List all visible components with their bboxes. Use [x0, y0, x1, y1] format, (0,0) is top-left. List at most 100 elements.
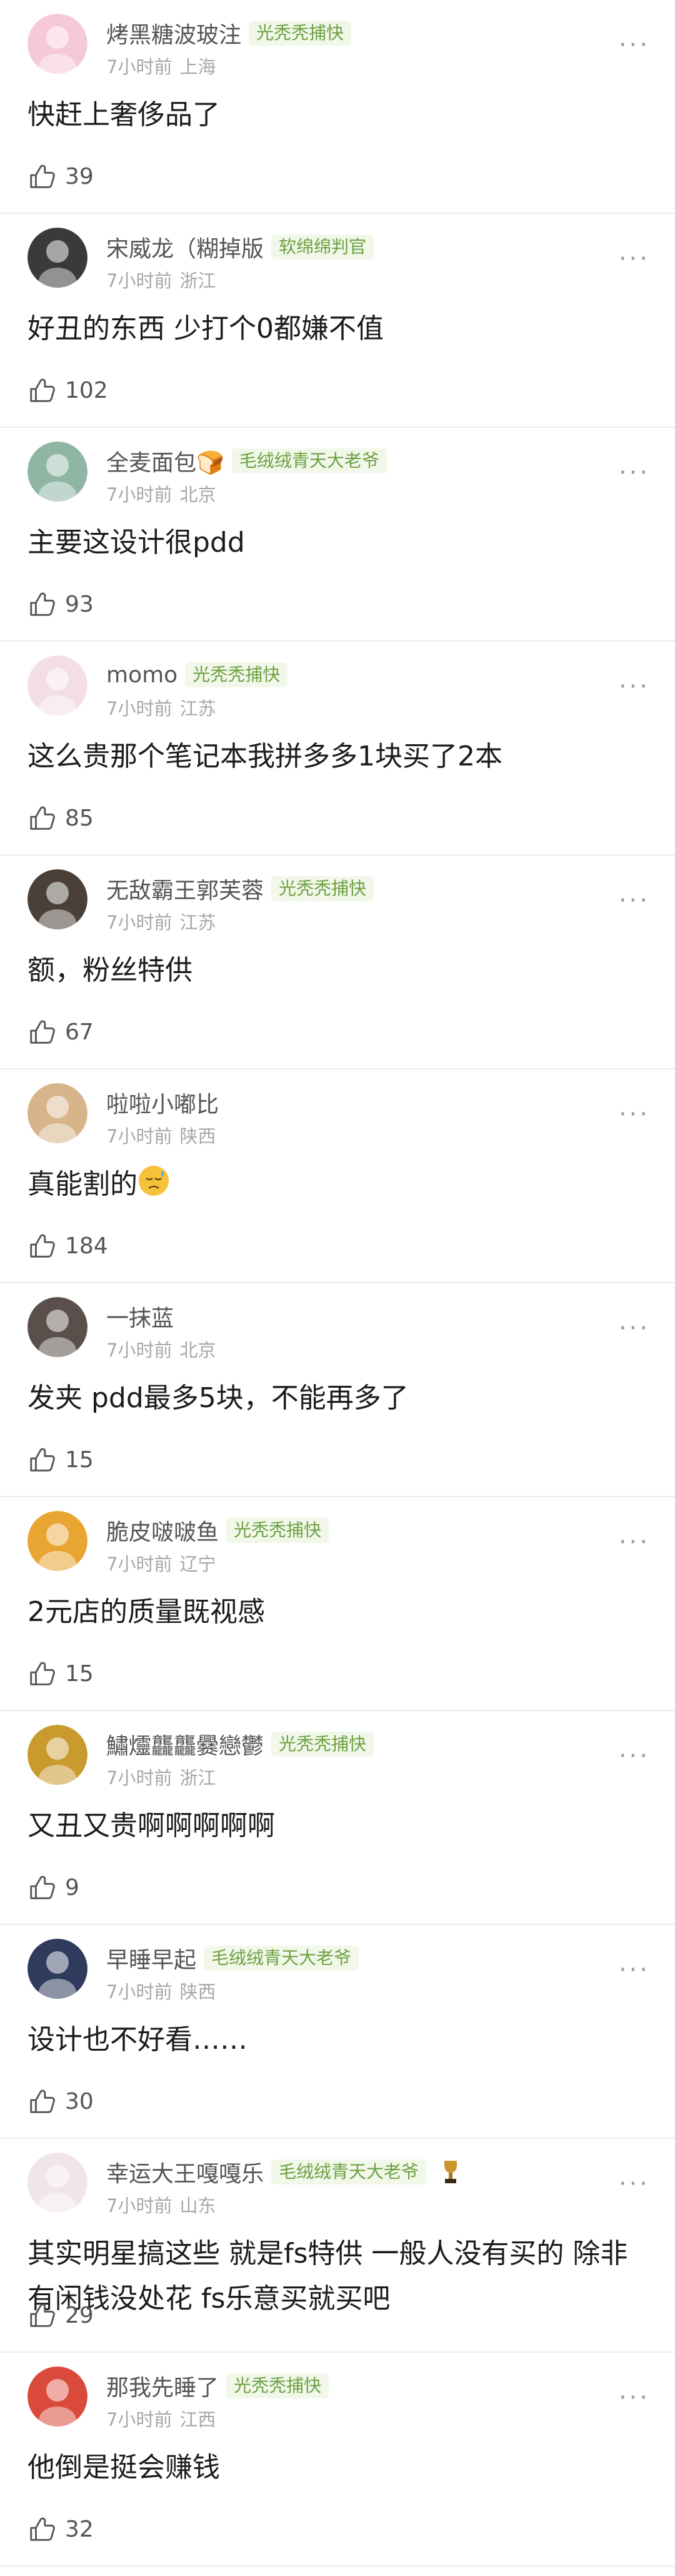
user-name[interactable]: 啦啦小嘟比: [106, 1086, 219, 1119]
avatar[interactable]: [28, 1297, 88, 1357]
comment-location: 上海: [179, 56, 216, 78]
comment-text: 2元店的质量既视感: [28, 1590, 652, 1635]
user-name[interactable]: 幸运大王嘎嘎乐: [106, 2156, 264, 2188]
avatar[interactable]: [28, 1511, 88, 1571]
avatar[interactable]: [28, 1725, 88, 1785]
comment-text: 主要这设计很pdd: [28, 520, 652, 565]
comment-time: 7小时前: [106, 2409, 172, 2430]
avatar[interactable]: [28, 228, 88, 288]
more-options-icon[interactable]: ···: [619, 33, 650, 58]
like-button[interactable]: 9: [28, 1872, 79, 1902]
more-options-icon[interactable]: ···: [619, 1102, 650, 1127]
comment-location: 北京: [179, 1340, 216, 1361]
comment-time: 7小时前: [106, 484, 172, 505]
comment-time: 7小时前: [106, 1126, 172, 1147]
avatar-image: [28, 2153, 88, 2213]
downcast-face-icon: [139, 1166, 169, 1196]
comment-item: 无敌霸王郭芙蓉 光秃秃捕快 7小时前 江苏 ··· 额，粉丝特供 67: [0, 856, 675, 1069]
thumbs-up-icon: [30, 1448, 55, 1472]
user-name[interactable]: 早睡早起: [106, 1942, 196, 1974]
like-button[interactable]: 85: [28, 803, 94, 833]
comment-item: 幸运大王嘎嘎乐 毛绒绒青天大老爷 7小时前 山东 ··· 其实明星搞这些 就是fs…: [0, 2139, 675, 2353]
thumbs-up-icon: [30, 1234, 55, 1258]
user-name[interactable]: 脆皮啵啵鱼: [106, 1514, 219, 1547]
user-name[interactable]: 全麦面包🍞: [106, 445, 224, 477]
thumbs-up-icon: [30, 2303, 55, 2327]
more-options-icon[interactable]: ···: [619, 1744, 650, 1769]
avatar[interactable]: [28, 2153, 88, 2213]
comment-location: 北京: [179, 484, 216, 505]
comment-text-content: 发夹 pdd最多5块，不能再多了: [28, 1382, 409, 1414]
comment-text-content: 好丑的东西 少打个0都嫌不值: [28, 313, 384, 345]
user-name[interactable]: momo: [106, 662, 178, 688]
name-row: 鱐爧龘龘爨戀鬱 光秃秃捕快: [106, 1729, 374, 1760]
comment-item: 早睡早起 毛绒绒青天大老爷 7小时前 陕西 ··· 设计也不好看…… 30: [0, 1925, 675, 2139]
like-button[interactable]: 30: [28, 2086, 94, 2116]
user-name[interactable]: 宋威龙（糊掉版: [106, 231, 264, 263]
user-badge: 光秃秃捕快: [271, 876, 374, 901]
more-options-icon[interactable]: ···: [619, 2171, 650, 2196]
like-button[interactable]: 184: [28, 1231, 108, 1261]
like-button[interactable]: 29: [28, 2300, 94, 2330]
comment-item: momo 光秃秃捕快 7小时前 江苏 ··· 这么贵那个笔记本我拼多多1块买了2本…: [0, 642, 675, 856]
more-options-icon[interactable]: ···: [619, 1957, 650, 1983]
comment-time: 7小时前: [106, 912, 172, 933]
user-badge: 光秃秃捕快: [185, 662, 288, 687]
more-options-icon[interactable]: ···: [619, 2385, 650, 2410]
comment-meta: 7小时前 浙江: [106, 1764, 216, 1790]
like-button[interactable]: 32: [28, 2514, 94, 2544]
avatar-image: [28, 2366, 88, 2427]
comment-text-content: 其实明星搞这些 就是fs特供 一般人没有买的 除非有闲钱没处花 fs乐意买就买吧: [28, 2238, 628, 2315]
thumbs-up-icon: [30, 1662, 55, 1685]
thumbs-up-icon: [30, 164, 55, 188]
more-options-icon[interactable]: ···: [619, 674, 650, 699]
name-row: 早睡早起 毛绒绒青天大老爷: [106, 1942, 359, 1974]
user-name[interactable]: 无敌霸王郭芙蓉: [106, 872, 264, 905]
like-button[interactable]: 15: [28, 1659, 94, 1689]
avatar[interactable]: [28, 1939, 88, 1999]
avatar[interactable]: [28, 655, 88, 715]
like-button[interactable]: 102: [28, 375, 108, 405]
more-options-icon[interactable]: ···: [619, 460, 650, 485]
comment-time: 7小时前: [106, 56, 172, 78]
user-name[interactable]: 烤黑糖波玻注: [106, 17, 241, 49]
thumbs-up-icon: [30, 378, 55, 402]
thumbs-up-icon: [30, 1020, 55, 1044]
avatar[interactable]: [28, 14, 88, 74]
thumbs-up-icon: [30, 2089, 55, 2113]
more-options-icon[interactable]: ···: [619, 1530, 650, 1555]
avatar[interactable]: [28, 1083, 88, 1143]
comment-time: 7小时前: [106, 1553, 172, 1575]
comment-item: 鱐爧龘龘爨戀鬱 光秃秃捕快 7小时前 浙江 ··· 又丑又贵啊啊啊啊啊 9: [0, 1711, 675, 1925]
avatar-image: [28, 1725, 88, 1785]
like-count: 102: [65, 377, 108, 403]
name-row: 烤黑糖波玻注 光秃秃捕快: [106, 17, 352, 49]
user-name[interactable]: 一抹蓝: [106, 1300, 174, 1333]
avatar[interactable]: [28, 2366, 88, 2427]
avatar[interactable]: [28, 442, 88, 502]
user-name[interactable]: 那我先睡了: [106, 2370, 219, 2402]
thumbs-up-icon: [30, 806, 55, 830]
like-button[interactable]: 39: [28, 161, 94, 191]
comment-text: 快赶上奢侈品了: [28, 93, 652, 138]
like-count: 93: [65, 591, 94, 617]
like-button[interactable]: 15: [28, 1445, 94, 1475]
like-button[interactable]: 93: [28, 589, 94, 619]
comment-location: 山东: [179, 2195, 216, 2216]
like-count: 30: [65, 2088, 94, 2114]
more-options-icon[interactable]: ···: [619, 246, 650, 271]
like-button[interactable]: 67: [28, 1017, 94, 1047]
comment-time: 7小时前: [106, 270, 172, 291]
avatar-image: [28, 442, 88, 502]
more-options-icon[interactable]: ···: [619, 888, 650, 913]
avatar-image: [28, 1297, 88, 1357]
comment-item: 全麦面包🍞 毛绒绒青天大老爷 7小时前 北京 ··· 主要这设计很pdd 93: [0, 428, 675, 642]
like-count: 29: [65, 2302, 94, 2328]
comment-text-content: 真能割的: [28, 1168, 138, 1200]
more-options-icon[interactable]: ···: [619, 1316, 650, 1341]
user-name[interactable]: 鱐爧龘龘爨戀鬱: [106, 1728, 264, 1760]
comment-location: 辽宁: [179, 1553, 216, 1575]
like-count: 85: [65, 805, 94, 831]
avatar[interactable]: [28, 869, 88, 929]
comment-time: 7小时前: [106, 1981, 172, 2003]
